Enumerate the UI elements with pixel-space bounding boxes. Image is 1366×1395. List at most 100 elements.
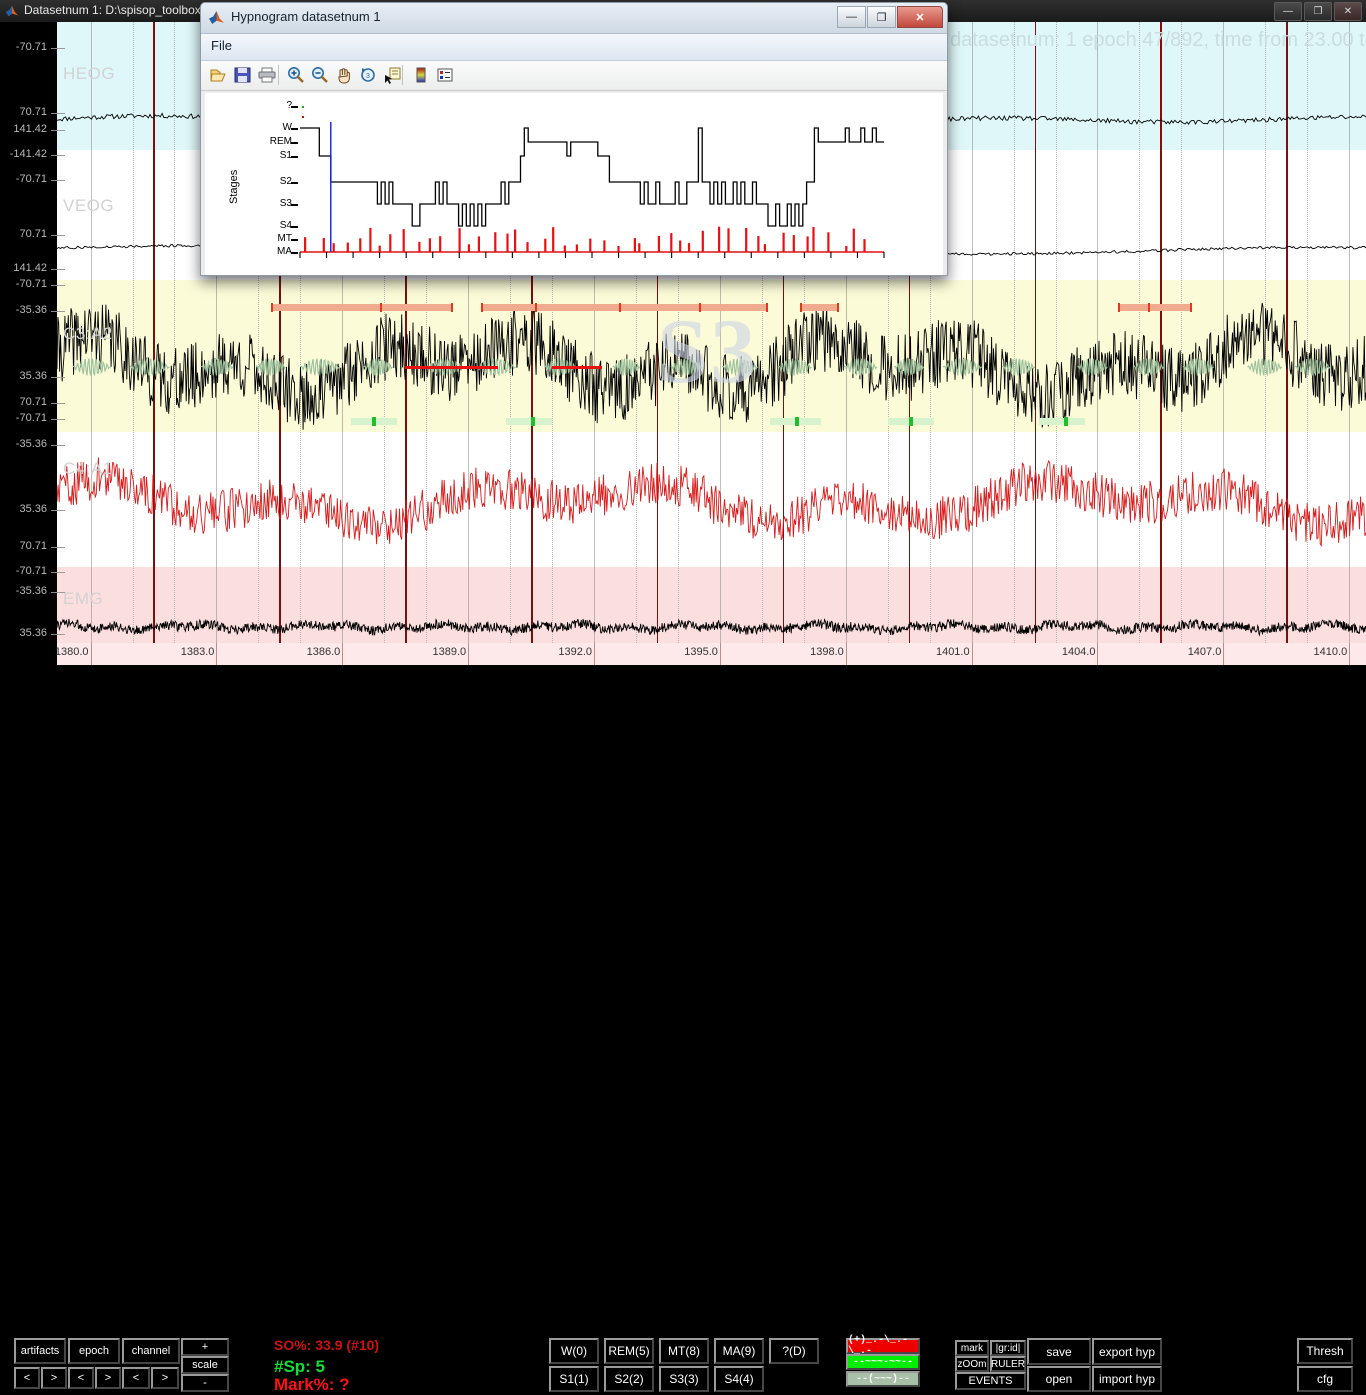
main-minimize-button[interactable]: — [1274,2,1302,21]
signal-preview-green[interactable]: --~~~-~~-- [846,1354,920,1370]
print-icon[interactable] [257,65,277,85]
x-axis-label: 1410.0 [1313,646,1348,658]
events-button[interactable]: EVENTS [955,1372,1026,1390]
cfg-button[interactable]: cfg [1297,1366,1353,1392]
signal-preview-red[interactable]: (+)_.-\_.-\_.- [846,1335,920,1357]
hyp-restore-button[interactable]: ❐ [867,6,896,28]
rotate-3d-icon[interactable]: 3 [358,65,378,85]
slow-oscillation-event-tick [1189,303,1192,312]
x-axis-label: 1383.0 [180,646,215,658]
matlab-icon [5,5,19,17]
stage-unknown-button[interactable]: ?(D) [769,1338,819,1364]
channel-label-heog: HEOG [63,64,116,83]
menu-file[interactable]: File [211,38,232,53]
y-axis-label: 35.36 [19,370,47,382]
stage-w-button[interactable]: W(0) [549,1338,599,1364]
spindle-event-bar [505,418,553,425]
y-axis-label: 70.71 [19,228,47,240]
stage-s4-button[interactable]: S4(4) [714,1366,764,1392]
y-axis-label: -70.71 [15,278,47,290]
open-button[interactable]: open [1027,1366,1091,1392]
hypnogram-titlebar: Hypnogram datasetnum 1 — ❐ ✕ [201,3,947,34]
plot-edge-tick [57,113,65,114]
y-axis-label: 141.42 [13,262,47,274]
open-folder-icon[interactable] [209,65,229,85]
nav-arrow-3[interactable]: > [95,1367,121,1389]
y-axis-label: -70.71 [15,41,47,53]
artifacts-button[interactable]: artifacts [14,1338,66,1364]
data-cursor-icon[interactable] [382,65,402,85]
toolbar-separator [278,65,279,85]
stage-s1-button[interactable]: S1(1) [549,1366,599,1392]
import-hyp-button[interactable]: import hyp [1092,1366,1162,1392]
stage-mt-button[interactable]: MT(8) [659,1338,709,1364]
nav-arrow-1[interactable]: > [41,1367,67,1389]
nav-arrow-2[interactable]: < [68,1367,94,1389]
spindle-event-tick [795,417,800,426]
pan-hand-icon[interactable] [334,65,354,85]
plot-edge-tick [57,311,65,312]
channel-button[interactable]: channel [122,1338,180,1364]
plot-edge-tick [57,510,65,511]
scale-plus-button[interactable]: + [181,1338,229,1356]
legend-icon[interactable] [435,65,455,85]
x-axis-label: 1401.0 [935,646,970,658]
plot-edge-tick [57,285,65,286]
nav-arrow-5[interactable]: > [151,1367,179,1389]
stage-watermark: S3 [657,300,759,402]
slow-oscillation-event-bar [480,304,767,311]
slow-oscillation-event-tick [270,303,273,312]
stage-ma-button[interactable]: MA(9) [714,1338,764,1364]
main-maximize-button[interactable]: ❐ [1304,2,1332,21]
toolbar-separator [402,65,403,85]
stage-s3-button[interactable]: S3(3) [659,1366,709,1392]
stage-s2-button[interactable]: S2(2) [604,1366,654,1392]
epoch-button[interactable]: epoch [68,1338,120,1364]
x-axis-tick [1223,643,1225,665]
y-axis-label: -70.71 [15,412,47,424]
hypnogram-window-title: Hypnogram datasetnum 1 [231,9,381,24]
scale-label: scale [181,1356,229,1374]
export-hyp-button[interactable]: export hyp [1092,1338,1162,1365]
plot-edge-tick [57,155,65,156]
control-panel: artifacts epoch channel < > < > < > + scale - SO%: … [0,665,1366,1394]
colorbar-icon[interactable] [411,65,431,85]
save-button[interactable]: save [1027,1338,1091,1365]
x-axis-tick [719,643,721,665]
plot-edge-tick [57,547,65,548]
main-window-title: Datasetnum 1: D:\spisop_toolbox [24,3,201,17]
ruler-button[interactable]: RULER [990,1356,1026,1372]
status-spindles: #Sp: 5 [274,1357,326,1376]
x-axis: 1380.0 1383.0 1386.0 1389.0 1392.0 1395.0 1398… [55,643,1366,665]
scale-minus-button[interactable]: - [181,1374,229,1392]
zoom-out-icon[interactable] [310,65,330,85]
plot-edge-tick [57,269,65,270]
spindle-event-bar [1038,418,1085,425]
y-axis-label: -70.71 [15,565,47,577]
hyp-minimize-button[interactable]: — [837,6,866,28]
nav-arrow-0[interactable]: < [14,1367,40,1389]
stage-rem-button[interactable]: REM(5) [604,1338,654,1364]
x-axis-tick [216,643,218,665]
zoom-button[interactable]: zOOm [955,1356,989,1372]
x-axis-tick [971,643,973,665]
slow-oscillation-event-tick [766,303,769,312]
hyp-close-button[interactable]: ✕ [897,6,943,28]
mark-button[interactable]: mark [955,1340,989,1356]
zoom-in-icon[interactable] [286,65,306,85]
save-disk-icon[interactable] [233,65,253,85]
y-axis: -70.71 70.71 141.42 -141.42 -70.71 70.71 141.4… [0,22,57,643]
x-axis-label: 1404.0 [1061,646,1096,658]
thresh-button[interactable]: Thresh [1297,1338,1353,1364]
hypnogram-window[interactable]: Hypnogram datasetnum 1 — ❐ ✕ File 3 ? W RE… [200,2,948,276]
y-axis-label: 35.36 [19,503,47,515]
nav-arrow-4[interactable]: < [122,1367,150,1389]
slow-oscillation-event-tick [451,303,454,312]
signal-preview-filter[interactable]: --(~~~)-- [846,1371,920,1387]
grid-id-button[interactable]: |gr:id| [990,1340,1026,1356]
main-close-button[interactable]: ✕ [1334,2,1362,21]
plot-edge-tick [57,130,65,131]
hypnogram-chart[interactable]: ? W REM S1 S2 S3 S4 MT MA Stages [205,93,943,275]
svg-text:3: 3 [366,73,370,80]
x-axis-tick [1097,643,1099,665]
